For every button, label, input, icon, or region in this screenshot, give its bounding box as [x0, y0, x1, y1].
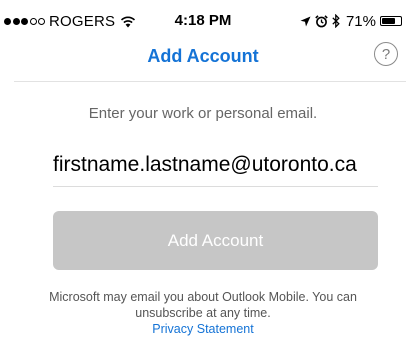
bluetooth-icon	[332, 14, 340, 28]
add-account-button[interactable]: Add Account	[53, 211, 378, 270]
privacy-statement-link[interactable]: Privacy Statement	[20, 321, 386, 337]
location-arrow-icon	[300, 16, 311, 27]
status-right: 71%	[300, 12, 402, 30]
email-field[interactable]	[53, 143, 378, 187]
status-bar: ROGERS 4:18 PM 71%	[0, 0, 406, 40]
help-button[interactable]: ?	[374, 42, 398, 66]
email-instruction: Enter your work or personal email.	[88, 105, 318, 122]
page-title: Add Account	[147, 46, 259, 66]
add-account-screen: ROGERS 4:18 PM 71% Add Account ? Enter y…	[0, 0, 406, 337]
disclaimer-line-1: Microsoft may email you about Outlook Mo…	[49, 290, 357, 304]
alarm-clock-icon	[315, 14, 328, 28]
disclaimer: Microsoft may email you about Outlook Mo…	[20, 289, 386, 337]
help-icon: ?	[381, 45, 391, 63]
nav-bar: Add Account ?	[14, 40, 406, 82]
battery-icon	[380, 16, 402, 26]
disclaimer-line-2: unsubscribe at any time.	[135, 306, 271, 320]
battery-percent: 71%	[345, 12, 376, 30]
battery-fill	[382, 18, 395, 24]
